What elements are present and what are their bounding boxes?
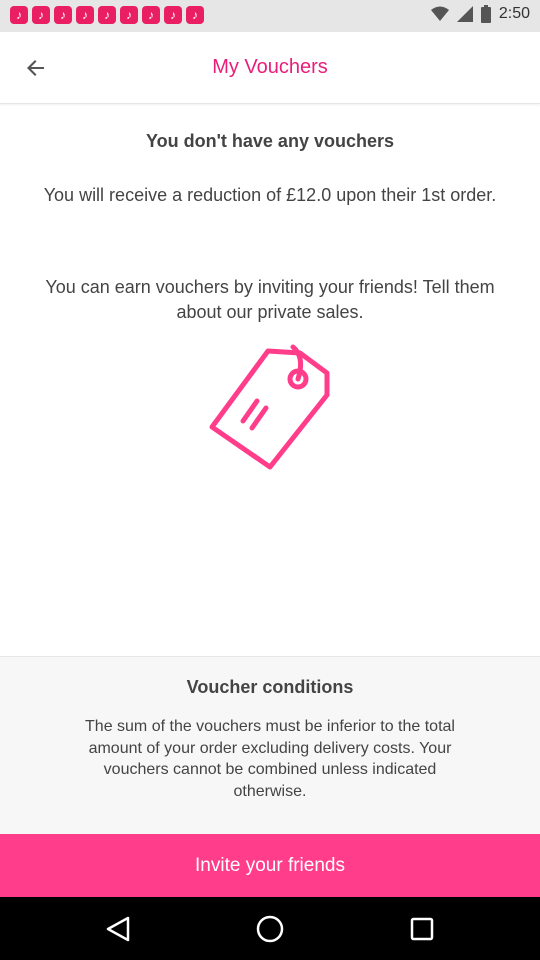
price-tag-icon — [209, 344, 330, 470]
wifi-icon — [430, 6, 449, 21]
earn-vouchers-text: You can earn vouchers by inviting your f… — [45, 277, 495, 322]
status-indicators: 2:50 — [430, 5, 530, 23]
nav-back-button[interactable] — [102, 913, 134, 945]
status-bar: ♪ ♪ ♪ ♪ ♪ ♪ ♪ ♪ ♪ 2:50 — [0, 0, 540, 32]
notification-icons: ♪ ♪ ♪ ♪ ♪ ♪ ♪ ♪ ♪ — [10, 6, 204, 24]
music-note-icon: ♪ — [186, 6, 204, 24]
music-note-icon: ♪ — [98, 6, 116, 24]
recents-square-icon — [410, 917, 434, 941]
music-note-icon: ♪ — [120, 6, 138, 24]
music-note-icon: ♪ — [32, 6, 50, 24]
invite-friends-button[interactable]: Invite your friends — [0, 834, 540, 897]
voucher-conditions-section: Voucher conditions The sum of the vouche… — [0, 656, 540, 834]
music-note-icon: ♪ — [54, 6, 72, 24]
signal-icon — [456, 6, 473, 22]
reduction-text: You will receive a reduction of £12.0 up… — [43, 185, 497, 205]
nav-recents-button[interactable] — [406, 913, 438, 945]
home-circle-icon — [256, 915, 284, 943]
conditions-title: Voucher conditions — [186, 677, 354, 697]
toolbar: My Vouchers — [0, 32, 540, 104]
empty-vouchers-headline: You don't have any vouchers — [145, 131, 394, 151]
page-title: My Vouchers — [212, 56, 328, 78]
battery-icon — [480, 5, 491, 23]
status-time: 2:50 — [498, 5, 530, 22]
music-note-icon: ♪ — [76, 6, 94, 24]
music-note-icon: ♪ — [164, 6, 182, 24]
music-note-icon: ♪ — [10, 6, 28, 24]
nav-home-button[interactable] — [254, 913, 286, 945]
back-triangle-icon — [106, 916, 130, 942]
invite-friends-label: Invite your friends — [195, 854, 345, 876]
navigation-bar — [0, 897, 540, 960]
music-note-icon: ♪ — [142, 6, 160, 24]
conditions-text: The sum of the vouchers must be inferior… — [85, 718, 455, 800]
